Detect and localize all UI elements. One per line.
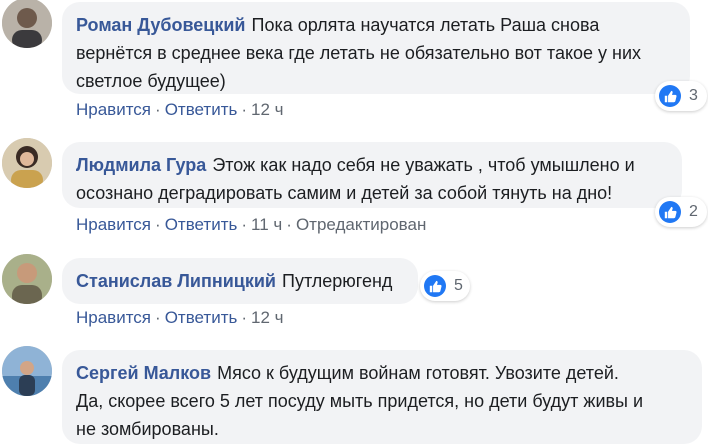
comment-bubble: Роман Дубовецкий Пока орлята научатся лет…: [62, 2, 690, 94]
reaction-count: 5: [454, 277, 463, 294]
separator: ·: [286, 215, 292, 234]
timestamp-link[interactable]: 12 ч: [251, 100, 284, 119]
reaction-count: 3: [689, 87, 698, 104]
comment-bubble: Станислав Липницкий Путлерюгенд: [62, 258, 418, 304]
comment-author[interactable]: Роман Дубовецкий: [76, 15, 246, 35]
like-link[interactable]: Нравится: [76, 308, 151, 327]
reply-link[interactable]: Ответить: [165, 100, 238, 119]
separator: ·: [155, 308, 161, 327]
comment-text-line: Мясо к будущим войнам готовят. Увозите д…: [217, 363, 619, 383]
reactions-badge[interactable]: 2: [655, 197, 707, 227]
comment-text-line: Путлерюгенд: [282, 271, 393, 291]
avatar[interactable]: [2, 138, 52, 188]
comment-bubble: Людмила Гура Этож как надо себя не уважат…: [62, 142, 682, 208]
comment-actions: Нравится · Ответить · 12 ч: [76, 100, 284, 120]
like-icon: [424, 275, 446, 297]
separator: ·: [241, 100, 248, 119]
comment-bubble: Сергей Малков Мясо к будущим войнам готов…: [62, 350, 702, 444]
separator: ·: [241, 215, 248, 234]
comment-actions: Нравится · Ответить · 12 ч: [76, 308, 284, 328]
comment-text-line: вернётся в среднее века где летать не об…: [76, 43, 642, 63]
timestamp-link[interactable]: 11 ч: [251, 215, 282, 234]
reply-link[interactable]: Ответить: [165, 308, 238, 327]
edited-label[interactable]: Отредактирован: [296, 215, 426, 234]
timestamp-link[interactable]: 12 ч: [251, 308, 284, 327]
avatar[interactable]: [2, 0, 52, 48]
separator: ·: [155, 215, 161, 234]
comment-actions: Нравится · Ответить · 11 ч · Отредактирован: [76, 215, 426, 235]
like-link[interactable]: Нравится: [76, 215, 151, 234]
reply-link[interactable]: Ответить: [165, 215, 238, 234]
reaction-count: 2: [689, 203, 698, 220]
separator: ·: [241, 308, 248, 327]
comment-text-line: Пока орлята научатся летать Раша снова: [251, 15, 600, 35]
like-icon: [659, 201, 681, 223]
comment-text-line: Да, скорее всего 5 лет посуду мыть приде…: [76, 391, 644, 411]
avatar[interactable]: [2, 346, 52, 396]
comment-text-line: не зомбированы.: [76, 419, 219, 439]
comment-author[interactable]: Людмила Гура: [76, 155, 206, 175]
comment-text-line: осознано деградировать самим и детей за …: [76, 183, 613, 203]
like-link[interactable]: Нравится: [76, 100, 151, 119]
avatar[interactable]: [2, 254, 52, 304]
comment-text-line: Этож как надо себя не уважать , чтоб умы…: [212, 155, 635, 175]
reactions-badge[interactable]: 5: [420, 271, 470, 301]
reactions-badge[interactable]: 3: [655, 81, 707, 111]
comment-author[interactable]: Станислав Липницкий: [76, 271, 276, 291]
comment-author[interactable]: Сергей Малков: [76, 363, 211, 383]
comment-text-line: светлое будущее): [76, 71, 226, 91]
like-icon: [659, 85, 681, 107]
separator: ·: [155, 100, 161, 119]
